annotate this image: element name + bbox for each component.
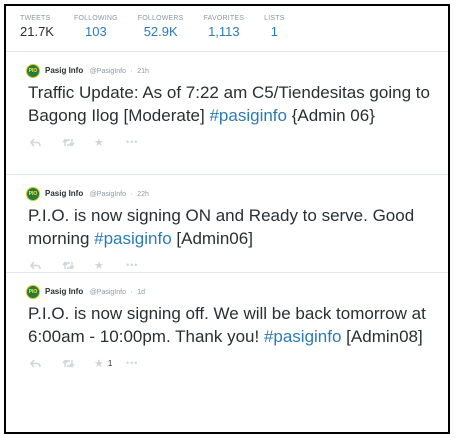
author-handle[interactable]: @PasigInfo: [90, 289, 126, 296]
author-handle[interactable]: @PasigInfo: [90, 191, 126, 198]
author-name[interactable]: Pasig Info: [45, 66, 83, 75]
star-icon[interactable]: ★: [94, 136, 126, 149]
hashtag-link[interactable]: #pasiginfo: [264, 327, 342, 346]
star-icon[interactable]: ★: [94, 259, 126, 272]
author-name[interactable]: Pasig Info: [45, 287, 83, 296]
tweet-text-tail: [Admin06]: [171, 229, 253, 248]
tweet[interactable]: PIO Pasig Info @PasigInfo · 1d P.I.O. is…: [6, 273, 448, 410]
stat-favorites[interactable]: FAVORITES 1,113: [204, 14, 245, 40]
stat-tweets[interactable]: TWEETS 21.7K: [20, 14, 54, 40]
stat-value: 52.9K: [143, 24, 178, 39]
stat-label: FOLLOWERS: [137, 15, 184, 22]
more-icon[interactable]: •••: [126, 260, 158, 270]
tweet-text: P.I.O. is now signing off. We will be ba…: [26, 302, 438, 348]
reply-icon[interactable]: [30, 358, 62, 368]
tweet-text-tail: [Admin08]: [341, 327, 423, 346]
tweet-timestamp[interactable]: 22h: [137, 191, 149, 198]
tweet-actions: ★ •••: [30, 258, 438, 272]
tweet-header: Pasig Info @PasigInfo · 22h: [45, 185, 438, 202]
avatar[interactable]: PIO: [26, 285, 40, 299]
stat-following[interactable]: FOLLOWING 103: [74, 14, 118, 40]
hashtag-link[interactable]: #pasiginfo: [209, 106, 287, 125]
avatar-text: PIO: [28, 288, 38, 295]
stat-followers[interactable]: FOLLOWERS 52.9K: [138, 14, 184, 40]
stat-value: 103: [85, 24, 107, 39]
avatar[interactable]: PIO: [26, 64, 40, 78]
tweet-header: Pasig Info @PasigInfo · 21h: [45, 62, 438, 79]
more-icon[interactable]: •••: [126, 358, 158, 368]
tweet-timestamp[interactable]: 21h: [137, 68, 149, 75]
retweet-icon[interactable]: [62, 137, 94, 147]
profile-stats-bar: TWEETS 21.7K FOLLOWING 103 FOLLOWERS 52.…: [6, 6, 448, 52]
hashtag-link[interactable]: #pasiginfo: [94, 229, 172, 248]
stat-value: 1,113: [208, 24, 240, 39]
reply-icon[interactable]: [30, 260, 62, 270]
separator: ·: [130, 191, 133, 198]
avatar-text: PIO: [28, 190, 38, 197]
tweet-timestamp[interactable]: 1d: [137, 289, 145, 296]
tweet-text: Traffic Update: As of 7:22 am C5/Tiendes…: [26, 81, 438, 127]
stat-label: LISTS: [264, 15, 285, 22]
stat-label: FOLLOWING: [73, 15, 118, 22]
author-handle[interactable]: @PasigInfo: [90, 68, 126, 75]
stat-label: TWEETS: [20, 15, 51, 22]
reply-icon[interactable]: [30, 137, 62, 147]
star-icon[interactable]: ★ 1: [94, 357, 126, 370]
twitter-profile-panel: TWEETS 21.7K FOLLOWING 103 FOLLOWERS 52.…: [4, 4, 450, 434]
avatar-text: PIO: [28, 67, 38, 74]
stat-label: FAVORITES: [203, 15, 245, 22]
stat-lists[interactable]: LISTS 1: [264, 14, 284, 40]
retweet-icon[interactable]: [62, 358, 94, 368]
separator: ·: [130, 68, 133, 75]
tweet[interactable]: PIO Pasig Info @PasigInfo · 22h P.I.O. i…: [6, 175, 448, 273]
author-name[interactable]: Pasig Info: [45, 189, 83, 198]
stat-value: 1: [270, 24, 278, 39]
tweet-actions: ★ •••: [30, 135, 438, 149]
favorite-count: 1: [107, 358, 113, 368]
more-icon[interactable]: •••: [126, 137, 158, 147]
retweet-icon[interactable]: [62, 260, 94, 270]
tweet-actions: ★ 1 •••: [30, 356, 438, 370]
tweet-header: Pasig Info @PasigInfo · 1d: [45, 283, 438, 300]
stat-value: 21.7K: [20, 24, 54, 39]
separator: ·: [130, 289, 133, 296]
tweet-text-tail: {Admin 06}: [286, 106, 375, 125]
tweet[interactable]: PIO Pasig Info @PasigInfo · 21h Traffic …: [6, 52, 448, 175]
avatar[interactable]: PIO: [26, 187, 40, 201]
tweet-text: P.I.O. is now signing ON and Ready to se…: [26, 204, 438, 250]
